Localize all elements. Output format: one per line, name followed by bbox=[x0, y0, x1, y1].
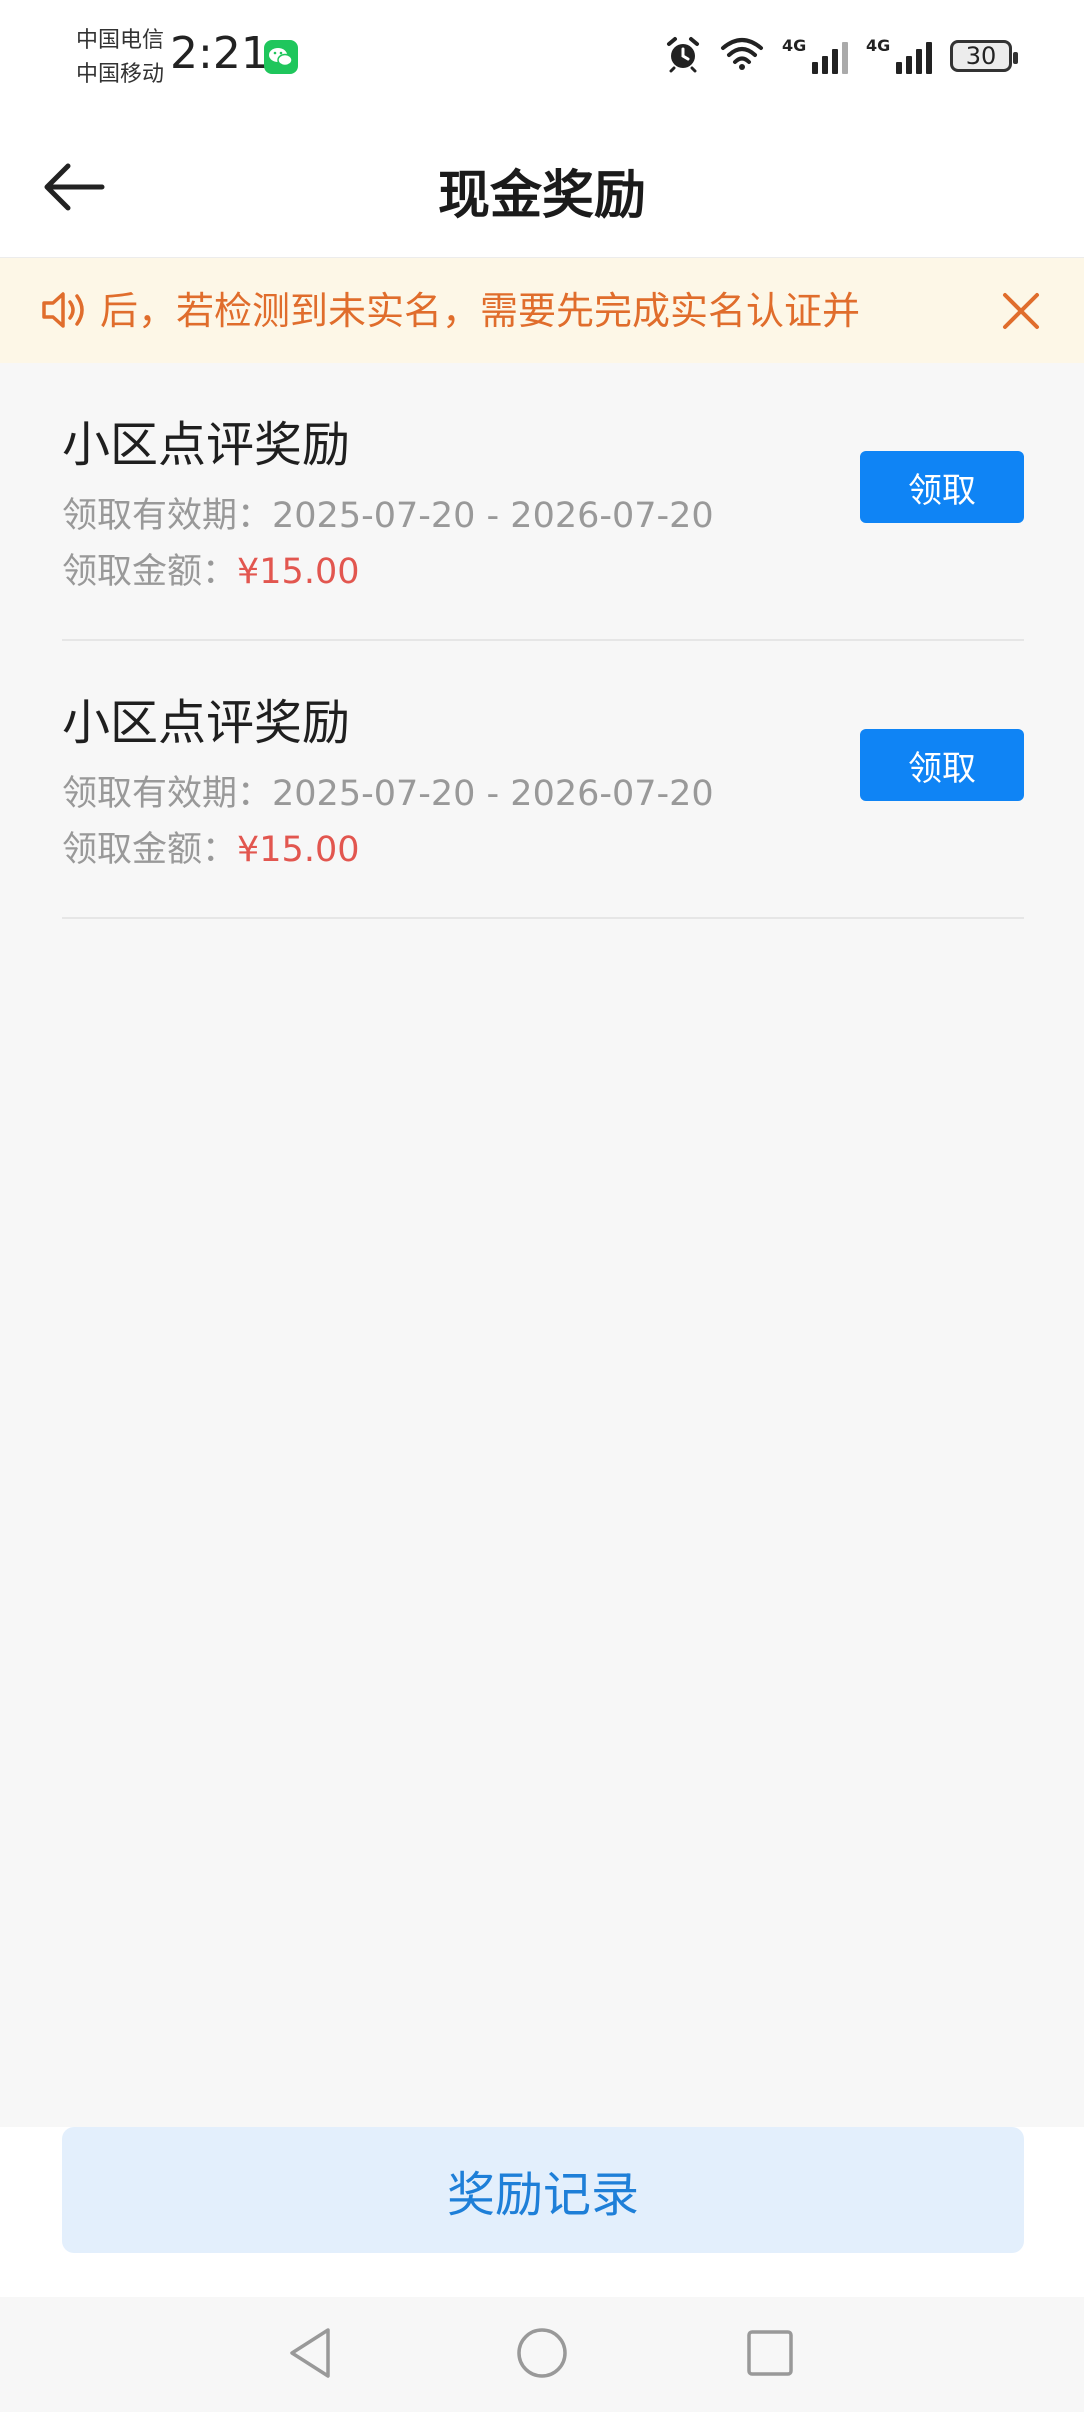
period-value: 2025-07-20 - 2026-07-20 bbox=[272, 774, 714, 814]
carrier-2: 中国移动 bbox=[76, 62, 165, 87]
reward-title: 小区点评奖励 bbox=[62, 695, 351, 751]
claim-button[interactable]: 领取 bbox=[860, 729, 1024, 801]
speaker-icon bbox=[40, 288, 92, 336]
battery-level: 30 bbox=[965, 42, 997, 70]
reward-period: 领取有效期：2025-07-20 - 2026-07-20 bbox=[62, 487, 714, 538]
system-icons: 4G 4G 30 bbox=[664, 34, 1018, 78]
navigation-bar: 现金奖励 bbox=[0, 115, 1084, 258]
claim-button[interactable]: 领取 bbox=[860, 451, 1024, 523]
reward-amount: 领取金额：¥15.00 bbox=[62, 543, 359, 594]
amount-value: ¥15.00 bbox=[237, 830, 360, 870]
nav-back-icon[interactable] bbox=[280, 2323, 340, 2383]
reward-card: 小区点评奖励 领取有效期：2025-07-20 - 2026-07-20 领取金… bbox=[62, 363, 1024, 641]
notice-bar: 后，若检测到未实名，需要先完成实名认证并 bbox=[0, 258, 1084, 363]
signal-icon: 4G bbox=[866, 36, 932, 74]
alarm-icon bbox=[664, 35, 702, 77]
wechat-icon bbox=[264, 40, 298, 74]
carrier-1: 中国电信 bbox=[76, 28, 165, 53]
system-navigation-bar bbox=[0, 2297, 1084, 2412]
signal-icon: 4G bbox=[782, 36, 848, 74]
notice-text: 后，若检测到未实名，需要先完成实名认证并 bbox=[100, 289, 861, 333]
reward-list: 小区点评奖励 领取有效期：2025-07-20 - 2026-07-20 领取金… bbox=[62, 363, 1024, 919]
signal-1-label: 4G bbox=[782, 36, 807, 55]
signal-2-label: 4G bbox=[866, 36, 891, 55]
status-bar: 中国电信 中国移动 2:21 4G 4G 30 bbox=[0, 0, 1084, 115]
nav-recents-icon[interactable] bbox=[740, 2323, 800, 2383]
nav-home-icon[interactable] bbox=[512, 2323, 572, 2383]
reward-records-button[interactable]: 奖励记录 bbox=[62, 2127, 1024, 2253]
period-label: 领取有效期： bbox=[62, 496, 273, 536]
reward-period: 领取有效期：2025-07-20 - 2026-07-20 bbox=[62, 765, 714, 816]
page-title: 现金奖励 bbox=[437, 166, 646, 226]
close-icon[interactable] bbox=[992, 282, 1050, 340]
carrier-info: 中国电信 中国移动 bbox=[76, 24, 164, 92]
wifi-icon bbox=[720, 36, 764, 76]
reward-amount: 领取金额：¥15.00 bbox=[62, 821, 359, 872]
reward-title: 小区点评奖励 bbox=[62, 417, 351, 473]
battery-icon: 30 bbox=[950, 40, 1018, 72]
amount-label: 领取金额： bbox=[62, 830, 238, 870]
amount-value: ¥15.00 bbox=[237, 552, 360, 592]
reward-card: 小区点评奖励 领取有效期：2025-07-20 - 2026-07-20 领取金… bbox=[62, 641, 1024, 919]
clock: 2:21 bbox=[170, 28, 269, 79]
bottom-bar: 奖励记录 bbox=[0, 2127, 1084, 2297]
period-label: 领取有效期： bbox=[62, 774, 273, 814]
amount-label: 领取金额： bbox=[62, 552, 238, 592]
period-value: 2025-07-20 - 2026-07-20 bbox=[272, 496, 714, 536]
